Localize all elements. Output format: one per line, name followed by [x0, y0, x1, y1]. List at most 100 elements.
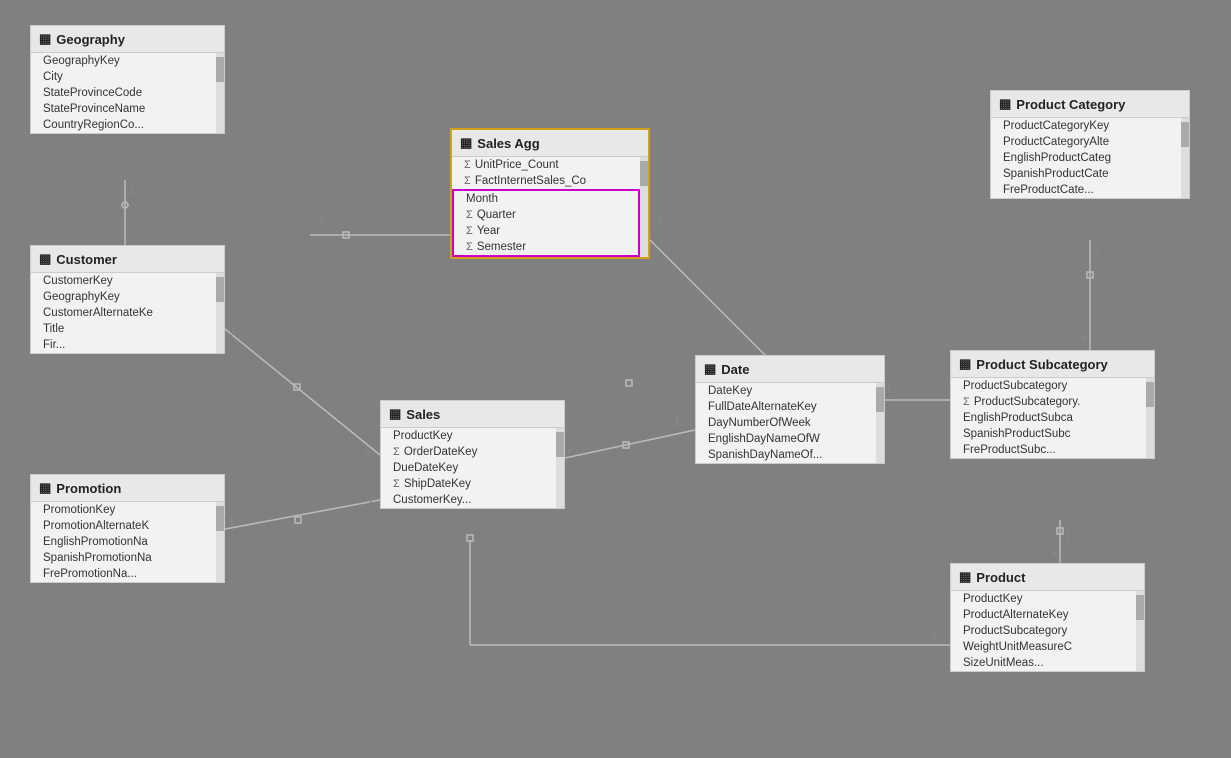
- svg-text:*: *: [1052, 547, 1058, 563]
- field-unitprice: ΣUnitPrice_Count: [452, 157, 640, 173]
- field-freproductsubc: FreProductSubc...: [951, 442, 1146, 458]
- geography-table: ▦ Geography GeographyKey City StateProvi…: [30, 25, 225, 134]
- field-sizeunitmeas: SizeUnitMeas...: [951, 655, 1136, 671]
- field-promotionkey: PromotionKey: [31, 502, 216, 518]
- productsubcategory-title: Product Subcategory: [976, 357, 1107, 372]
- geography-title: Geography: [56, 32, 125, 47]
- highlighted-fields: Month ΣQuarter ΣYear ΣSemester: [452, 189, 640, 257]
- field-spanishproductcate: SpanishProductCate: [991, 166, 1181, 182]
- field-spanishproductsubc: SpanishProductSubc: [951, 426, 1146, 442]
- sigma-icon: Σ: [464, 159, 471, 171]
- field-year: ΣYear: [454, 223, 638, 239]
- productsubcategory-table: ▦ Product Subcategory ProductSubcategory…: [950, 350, 1155, 459]
- table-icon: ▦: [999, 96, 1011, 112]
- field-productkey2: ProductKey: [951, 591, 1136, 607]
- svg-text:1: 1: [230, 324, 237, 338]
- sigma-icon: Σ: [963, 396, 970, 408]
- sigma-icon: Σ: [466, 209, 473, 221]
- field-stateprovincename: StateProvinceName: [31, 101, 216, 117]
- date-table: ▦ Date DateKey FullDateAlternateKey DayN…: [695, 355, 885, 464]
- field-productsubcategory2: ProductSubcategory: [951, 623, 1136, 639]
- product-table: ▦ Product ProductKey ProductAlternateKey…: [950, 563, 1145, 672]
- field-city: City: [31, 69, 216, 85]
- table-icon: ▦: [39, 31, 51, 47]
- salesagg-title: Sales Agg: [477, 136, 539, 151]
- field-geographykey: GeographyKey: [31, 53, 216, 69]
- svg-text:1: 1: [1095, 249, 1102, 263]
- svg-text:1: 1: [886, 382, 893, 396]
- salesagg-table: ▦ Sales Agg ΣUnitPrice_Count ΣFactIntern…: [450, 128, 650, 259]
- salesagg-header: ▦ Sales Agg: [452, 130, 648, 157]
- sigma-icon: Σ: [393, 478, 400, 490]
- field-factinternetsales: ΣFactInternetSales_Co: [452, 173, 640, 189]
- svg-text:*: *: [368, 495, 374, 511]
- field-englishpromotion: EnglishPromotionNa: [31, 534, 216, 550]
- field-customerkey: CustomerKey...: [381, 492, 556, 508]
- promotion-table: ▦ Promotion PromotionKey PromotionAltern…: [30, 474, 225, 583]
- field-spanishpromotion: SpanishPromotionNa: [31, 550, 216, 566]
- svg-text:*: *: [1082, 332, 1088, 348]
- field-geographykey2: GeographyKey: [31, 289, 216, 305]
- field-productkey: ProductKey: [381, 428, 556, 444]
- field-frepromotion: FrePromotionNa...: [31, 566, 216, 582]
- geography-header: ▦ Geography: [31, 26, 224, 53]
- sigma-icon: Σ: [393, 446, 400, 458]
- field-englishproductsubca: EnglishProductSubca: [951, 410, 1146, 426]
- svg-text:1: 1: [930, 627, 937, 641]
- field-semester: ΣSemester: [454, 239, 638, 255]
- sigma-icon: Σ: [466, 225, 473, 237]
- promotion-header: ▦ Promotion: [31, 475, 224, 502]
- field-productcategorykey: ProductCategoryKey: [991, 118, 1181, 134]
- table-icon: ▦: [959, 356, 971, 372]
- svg-text:*: *: [658, 215, 664, 231]
- productcategory-title: Product Category: [1016, 97, 1125, 112]
- product-header: ▦ Product: [951, 564, 1144, 591]
- svg-text:*: *: [320, 215, 326, 231]
- date-title: Date: [721, 362, 749, 377]
- svg-text:1: 1: [674, 414, 681, 428]
- field-countryregion: CountryRegionCo...: [31, 117, 216, 133]
- field-customeralternate: CustomerAlternateKe: [31, 305, 216, 321]
- sales-title: Sales: [406, 407, 440, 422]
- table-icon: ▦: [39, 251, 51, 267]
- productcategory-header: ▦ Product Category: [991, 91, 1189, 118]
- productsubcategory-header: ▦ Product Subcategory: [951, 351, 1154, 378]
- field-productsubcategoryalte: ΣProductSubcategory.: [951, 394, 1146, 410]
- customer-table: ▦ Customer CustomerKey GeographyKey Cust…: [30, 245, 225, 354]
- field-orderdatekey: ΣOrderDateKey: [381, 444, 556, 460]
- field-title: Title: [31, 321, 216, 337]
- date-header: ▦ Date: [696, 356, 884, 383]
- field-shipdatekey: ΣShipDateKey: [381, 476, 556, 492]
- field-customerkey: CustomerKey: [31, 273, 216, 289]
- field-promotionalternate: PromotionAlternateK: [31, 518, 216, 534]
- field-month: Month: [454, 191, 638, 207]
- field-englishdayname: EnglishDayNameOfW: [696, 431, 876, 447]
- svg-text:1: 1: [1065, 529, 1072, 543]
- field-stateprovincecode: StateProvinceCode: [31, 85, 216, 101]
- svg-text:1: 1: [228, 514, 235, 528]
- table-icon: ▦: [460, 135, 472, 151]
- customer-header: ▦ Customer: [31, 246, 224, 273]
- field-englishproductcateg: EnglishProductCateg: [991, 150, 1181, 166]
- promotion-title: Promotion: [56, 481, 121, 496]
- sigma-icon: Σ: [464, 175, 471, 187]
- table-icon: ▦: [704, 361, 716, 377]
- field-firstname: Fir...: [31, 337, 216, 353]
- field-productcategoryalte: ProductCategoryAlte: [991, 134, 1181, 150]
- table-icon: ▦: [959, 569, 971, 585]
- field-duedatekey: DueDateKey: [381, 460, 556, 476]
- field-fulldatealternate: FullDateAlternateKey: [696, 399, 876, 415]
- field-spanishdayname: SpanishDayNameOf...: [696, 447, 876, 463]
- field-weightunitmeasure: WeightUnitMeasureC: [951, 639, 1136, 655]
- sales-table: ▦ Sales ProductKey ΣOrderDateKey DueDate…: [380, 400, 565, 509]
- sigma-icon: Σ: [466, 241, 473, 253]
- sales-header: ▦ Sales: [381, 401, 564, 428]
- productcategory-table: ▦ Product Category ProductCategoryKey Pr…: [990, 90, 1190, 199]
- field-datekey: DateKey: [696, 383, 876, 399]
- product-title: Product: [976, 570, 1025, 585]
- svg-text:*: *: [365, 447, 371, 463]
- table-icon: ▦: [39, 480, 51, 496]
- field-freproductcate: FreProductCate...: [991, 182, 1181, 198]
- customer-title: Customer: [56, 252, 117, 267]
- field-productsubcategorykey: ProductSubcategory: [951, 378, 1146, 394]
